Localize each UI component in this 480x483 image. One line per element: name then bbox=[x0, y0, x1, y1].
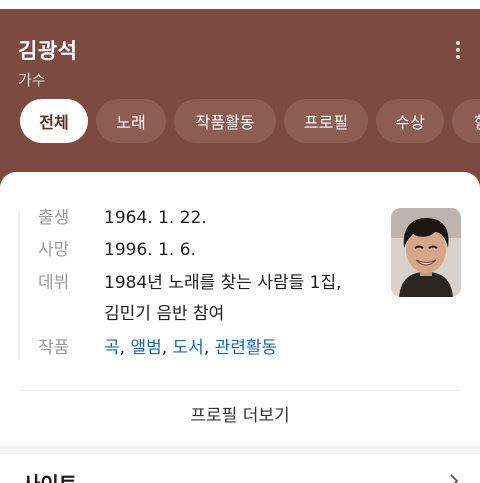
tab-bar: 전체 노래 작품활동 프로필 수상 함께 bbox=[20, 99, 480, 143]
site-section[interactable]: 사이트 bbox=[0, 454, 480, 483]
death-row: 사망 1996. 1. 6. bbox=[38, 235, 378, 265]
tab-together[interactable]: 함께 bbox=[452, 99, 480, 143]
tab-awards[interactable]: 수상 bbox=[376, 99, 444, 143]
works-separator: , bbox=[203, 338, 210, 358]
works-link-songs[interactable]: 곡 bbox=[104, 338, 120, 358]
death-label: 사망 bbox=[38, 240, 70, 260]
death-value: 1996. 1. 6. bbox=[104, 240, 196, 260]
works-row: 작품 곡, 앨범, 도서, 관련활동 bbox=[38, 333, 378, 363]
works-label: 작품 bbox=[38, 338, 70, 358]
section-gap bbox=[0, 446, 480, 454]
tab-all[interactable]: 전체 bbox=[20, 99, 88, 143]
tab-songs[interactable]: 노래 bbox=[96, 99, 166, 143]
dot bbox=[456, 48, 460, 52]
debut-label: 데뷔 bbox=[38, 273, 70, 293]
profile-photo[interactable] bbox=[391, 208, 461, 297]
debut-value-line1: 1984년 노래를 찾는 사람들 1집, bbox=[104, 273, 342, 293]
profile-more-button[interactable]: 프로필 더보기 bbox=[0, 398, 480, 434]
debut-row: 데뷔 1984년 노래를 찾는 사람들 1집, 김민기 음반 참여 bbox=[38, 268, 378, 330]
divider bbox=[20, 390, 460, 391]
works-separator: , bbox=[161, 338, 168, 358]
birth-value: 1964. 1. 22. bbox=[104, 208, 207, 228]
birth-row: 출생 1964. 1. 22. bbox=[38, 203, 378, 233]
person-portrait-icon bbox=[391, 208, 461, 297]
tab-profile[interactable]: 프로필 bbox=[284, 99, 368, 143]
dot bbox=[456, 41, 460, 45]
tab-works[interactable]: 작품활동 bbox=[174, 99, 276, 143]
works-link-books[interactable]: 도서 bbox=[173, 338, 204, 358]
birth-label: 출생 bbox=[38, 208, 70, 228]
works-links: 곡, 앨범, 도서, 관련활동 bbox=[104, 333, 374, 363]
works-link-albums[interactable]: 앨범 bbox=[130, 338, 161, 358]
card-accent-line bbox=[18, 212, 20, 360]
site-section-title: 사이트 bbox=[22, 468, 77, 483]
page-title: 김광석 bbox=[18, 39, 78, 63]
page-subtitle: 가수 bbox=[18, 71, 46, 89]
debut-value-line2: 김민기 음반 참여 bbox=[104, 304, 225, 324]
dot bbox=[456, 55, 460, 59]
works-link-activities[interactable]: 관련활동 bbox=[215, 338, 278, 358]
top-strip bbox=[0, 0, 480, 9]
more-vertical-icon[interactable] bbox=[449, 39, 467, 61]
works-separator: , bbox=[119, 338, 126, 358]
chevron-right-icon[interactable] bbox=[447, 474, 461, 483]
